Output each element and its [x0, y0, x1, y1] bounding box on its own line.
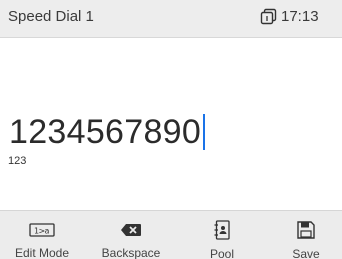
save-label: Save	[292, 247, 320, 259]
softkey-bar: 1 > a Edit Mode Backspace Pool Save	[0, 210, 342, 259]
backspace-button[interactable]: Backspace	[90, 211, 172, 259]
title-bar: Speed Dial 1 17:13	[0, 0, 342, 38]
save-icon	[297, 221, 315, 239]
copy-icon	[260, 8, 277, 25]
pool-label: Pool	[209, 247, 235, 259]
edit-mode-button[interactable]: 1 > a Edit Mode	[4, 211, 80, 259]
backspace-label: Backspace	[101, 246, 161, 259]
input-mode-indicator: 123	[8, 155, 27, 167]
clock-time: 17:13	[281, 8, 319, 25]
contacts-book-icon	[214, 220, 230, 240]
text-caret	[203, 114, 206, 150]
number-input[interactable]: 1234567890	[9, 112, 206, 152]
status-area: 17:13	[260, 8, 319, 25]
edit-mode-label: Edit Mode	[14, 246, 70, 259]
svg-text:a: a	[45, 226, 50, 235]
backspace-icon	[121, 223, 141, 236]
page-title: Speed Dial 1	[8, 8, 94, 25]
pool-button[interactable]: Pool	[194, 211, 250, 259]
number-input-value: 1234567890	[9, 113, 202, 151]
phone-screen: Speed Dial 1 17:13 1234567890 123 1 > a	[0, 0, 342, 259]
number-entry-area[interactable]: 1234567890 123	[0, 39, 342, 210]
edit-mode-icon: 1 > a	[29, 222, 55, 237]
save-button[interactable]: Save	[276, 211, 336, 259]
